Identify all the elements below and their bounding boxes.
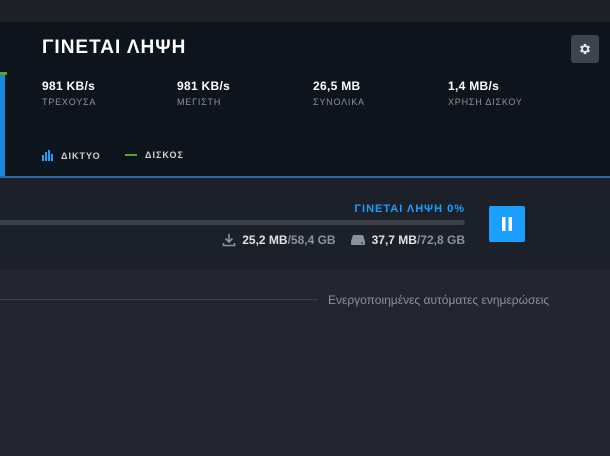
disk-total: /72,8 GB [416, 233, 465, 247]
download-header-panel: ΓΙΝΕΤΑΙ ΛΗΨΗ 981 KB/s ΤΡΕΧΟΥΣΑ 981 KB/s … [0, 22, 610, 178]
auto-updates-label: Ενεργοποιημένες αυτόματες ενημερώσεις [328, 293, 550, 307]
graph-network-line [0, 72, 5, 176]
disk-line-icon [125, 154, 137, 156]
graph-disk-line [0, 72, 7, 75]
pause-button[interactable] [489, 206, 525, 242]
download-sizes: 25,2 MB/58,4 GB 37,7 MB/72,8 GB [222, 233, 465, 247]
legend-disk[interactable]: ΔΙΣΚΟΣ [125, 150, 184, 160]
downloaded-amount: 25,2 MB [242, 233, 288, 247]
stat-peak-value: 981 KB/s [177, 79, 231, 93]
legend-network[interactable]: ΔΙΚΤΥΟ [42, 150, 101, 161]
stat-disk-usage-value: 1,4 MB/s [448, 79, 500, 93]
download-total: /58,4 GB [287, 233, 336, 247]
stat-total-value: 26,5 MB [313, 79, 361, 93]
network-bars-icon [42, 150, 53, 161]
stat-total-label: ΣΥΝΟΛΙΚΑ [313, 97, 365, 107]
stat-peak-label: ΜΕΓΙΣΤΗ [177, 97, 222, 107]
stat-peak: 981 KB/s ΜΕΓΙΣΤΗ [177, 79, 230, 107]
legend-network-label: ΔΙΚΤΥΟ [61, 150, 101, 161]
page-title: ΓΙΝΕΤΑΙ ΛΗΨΗ [42, 37, 187, 58]
gear-icon [580, 43, 590, 55]
download-status: ΓΙΝΕΤΑΙ ΛΗΨΗ 0% [354, 203, 465, 215]
stat-disk-usage: 1,4 MB/s ΧΡΗΣΗ ΔΙΣΚΟΥ [448, 79, 523, 107]
stat-disk-usage-label: ΧΡΗΣΗ ΔΙΣΚΟΥ [448, 97, 523, 107]
progress-bar [0, 220, 465, 225]
legend-disk-label: ΔΙΣΚΟΣ [145, 150, 184, 160]
download-icon [222, 234, 236, 247]
disk-written-amount: 37,7 MB [371, 233, 417, 247]
stat-current-label: ΤΡΕΧΟΥΣΑ [42, 97, 97, 107]
top-strip [0, 0, 610, 22]
stat-total: 26,5 MB ΣΥΝΟΛΙΚΑ [313, 79, 365, 107]
stat-current-value: 981 KB/s [42, 79, 96, 93]
download-progress-panel: ΓΙΝΕΤΑΙ ΛΗΨΗ 0% 25,2 MB/58,4 GB 37,7 MB/… [0, 178, 610, 270]
settings-button[interactable] [571, 35, 599, 63]
stat-current: 981 KB/s ΤΡΕΧΟΥΣΑ [42, 79, 96, 107]
pause-icon [502, 217, 512, 231]
disk-drive-icon [350, 235, 365, 245]
section-divider [0, 299, 318, 300]
